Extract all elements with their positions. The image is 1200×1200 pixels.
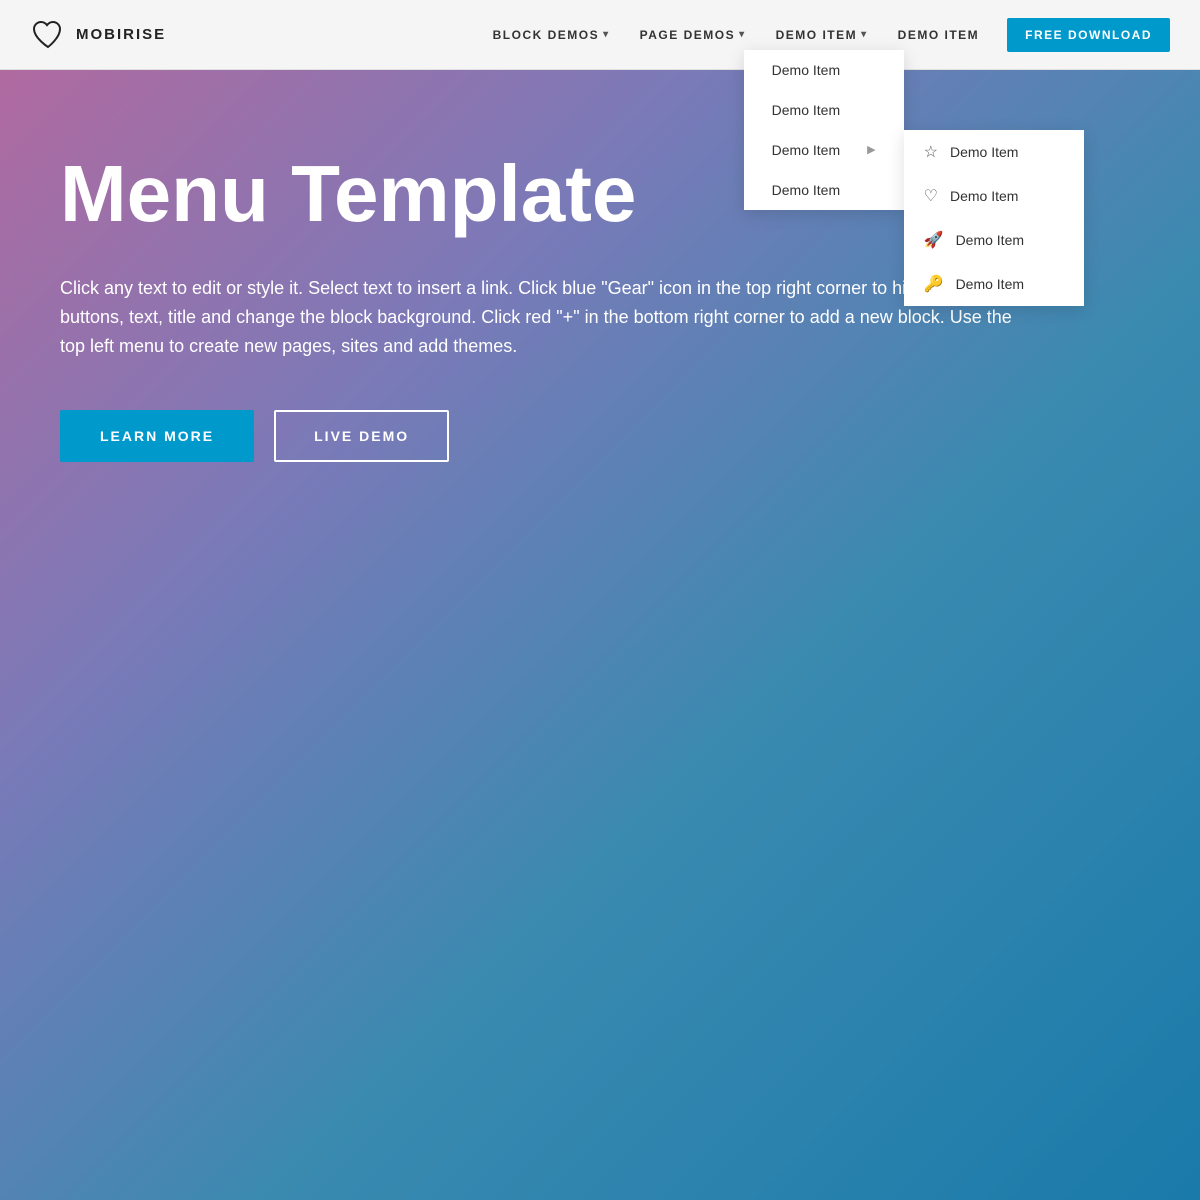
- hero-title: Menu Template: [60, 150, 760, 238]
- heart-logo-icon: [30, 17, 66, 53]
- submenu-item-2[interactable]: ♡ Demo Item: [904, 174, 1084, 218]
- learn-more-button[interactable]: LEARN MORE: [60, 410, 254, 462]
- nav-item-demo-item-plain: DEMO ITEM: [886, 20, 992, 50]
- nav-item-page-demos: PAGE DEMOS ▾: [628, 20, 758, 50]
- nav-link-demo-item-plain[interactable]: DEMO ITEM: [886, 20, 992, 50]
- chevron-right-icon: ▶: [867, 143, 875, 156]
- key-icon: 🔑: [924, 274, 944, 294]
- heart-icon: ♡: [924, 186, 938, 206]
- nav-link-demo-item[interactable]: DEMO ITEM ▾: [764, 20, 880, 50]
- brand-name: MOBIRISE: [76, 26, 166, 43]
- nav-link-block-demos[interactable]: BLOCK DEMOS ▾: [481, 20, 622, 50]
- dropdown-item-4[interactable]: Demo Item: [744, 170, 904, 210]
- hero-buttons: LEARN MORE LIVE DEMO: [60, 410, 1140, 462]
- brand: MOBIRISE: [30, 17, 166, 53]
- submenu: ☆ Demo Item ♡ Demo Item 🚀 Demo Item �: [904, 130, 1084, 306]
- nav-link-page-demos[interactable]: PAGE DEMOS ▾: [628, 20, 758, 50]
- star-icon: ☆: [924, 142, 938, 162]
- dropdown-menu: Demo Item Demo Item Demo Item ▶ ☆ De: [744, 50, 904, 210]
- dropdown-item-1[interactable]: Demo Item: [744, 50, 904, 90]
- navbar-nav: BLOCK DEMOS ▾ PAGE DEMOS ▾ DEMO ITEM ▾ D…: [481, 18, 1170, 52]
- free-download-button[interactable]: FREE DOWNLOAD: [1007, 18, 1170, 52]
- live-demo-button[interactable]: LIVE DEMO: [274, 410, 449, 462]
- dropdown-item-sub-container: Demo Item ▶ ☆ Demo Item ♡ Demo Item: [744, 130, 904, 170]
- dropdown-item-2[interactable]: Demo Item: [744, 90, 904, 130]
- navbar: MOBIRISE BLOCK DEMOS ▾ PAGE DEMOS ▾ DEMO…: [0, 0, 1200, 70]
- chevron-down-icon: ▾: [603, 29, 610, 40]
- rocket-icon: 🚀: [924, 230, 944, 250]
- nav-item-block-demos: BLOCK DEMOS ▾: [481, 20, 622, 50]
- dropdown-item-3[interactable]: Demo Item ▶: [744, 130, 904, 170]
- submenu-item-4[interactable]: 🔑 Demo Item: [904, 262, 1084, 306]
- submenu-item-1[interactable]: ☆ Demo Item: [904, 130, 1084, 174]
- submenu-item-3[interactable]: 🚀 Demo Item: [904, 218, 1084, 262]
- chevron-down-icon: ▾: [861, 29, 868, 40]
- nav-item-demo-item: DEMO ITEM ▾ Demo Item Demo Item Demo Ite…: [764, 20, 880, 50]
- chevron-down-icon: ▾: [739, 29, 746, 40]
- hero-description: Click any text to edit or style it. Sele…: [60, 274, 1020, 360]
